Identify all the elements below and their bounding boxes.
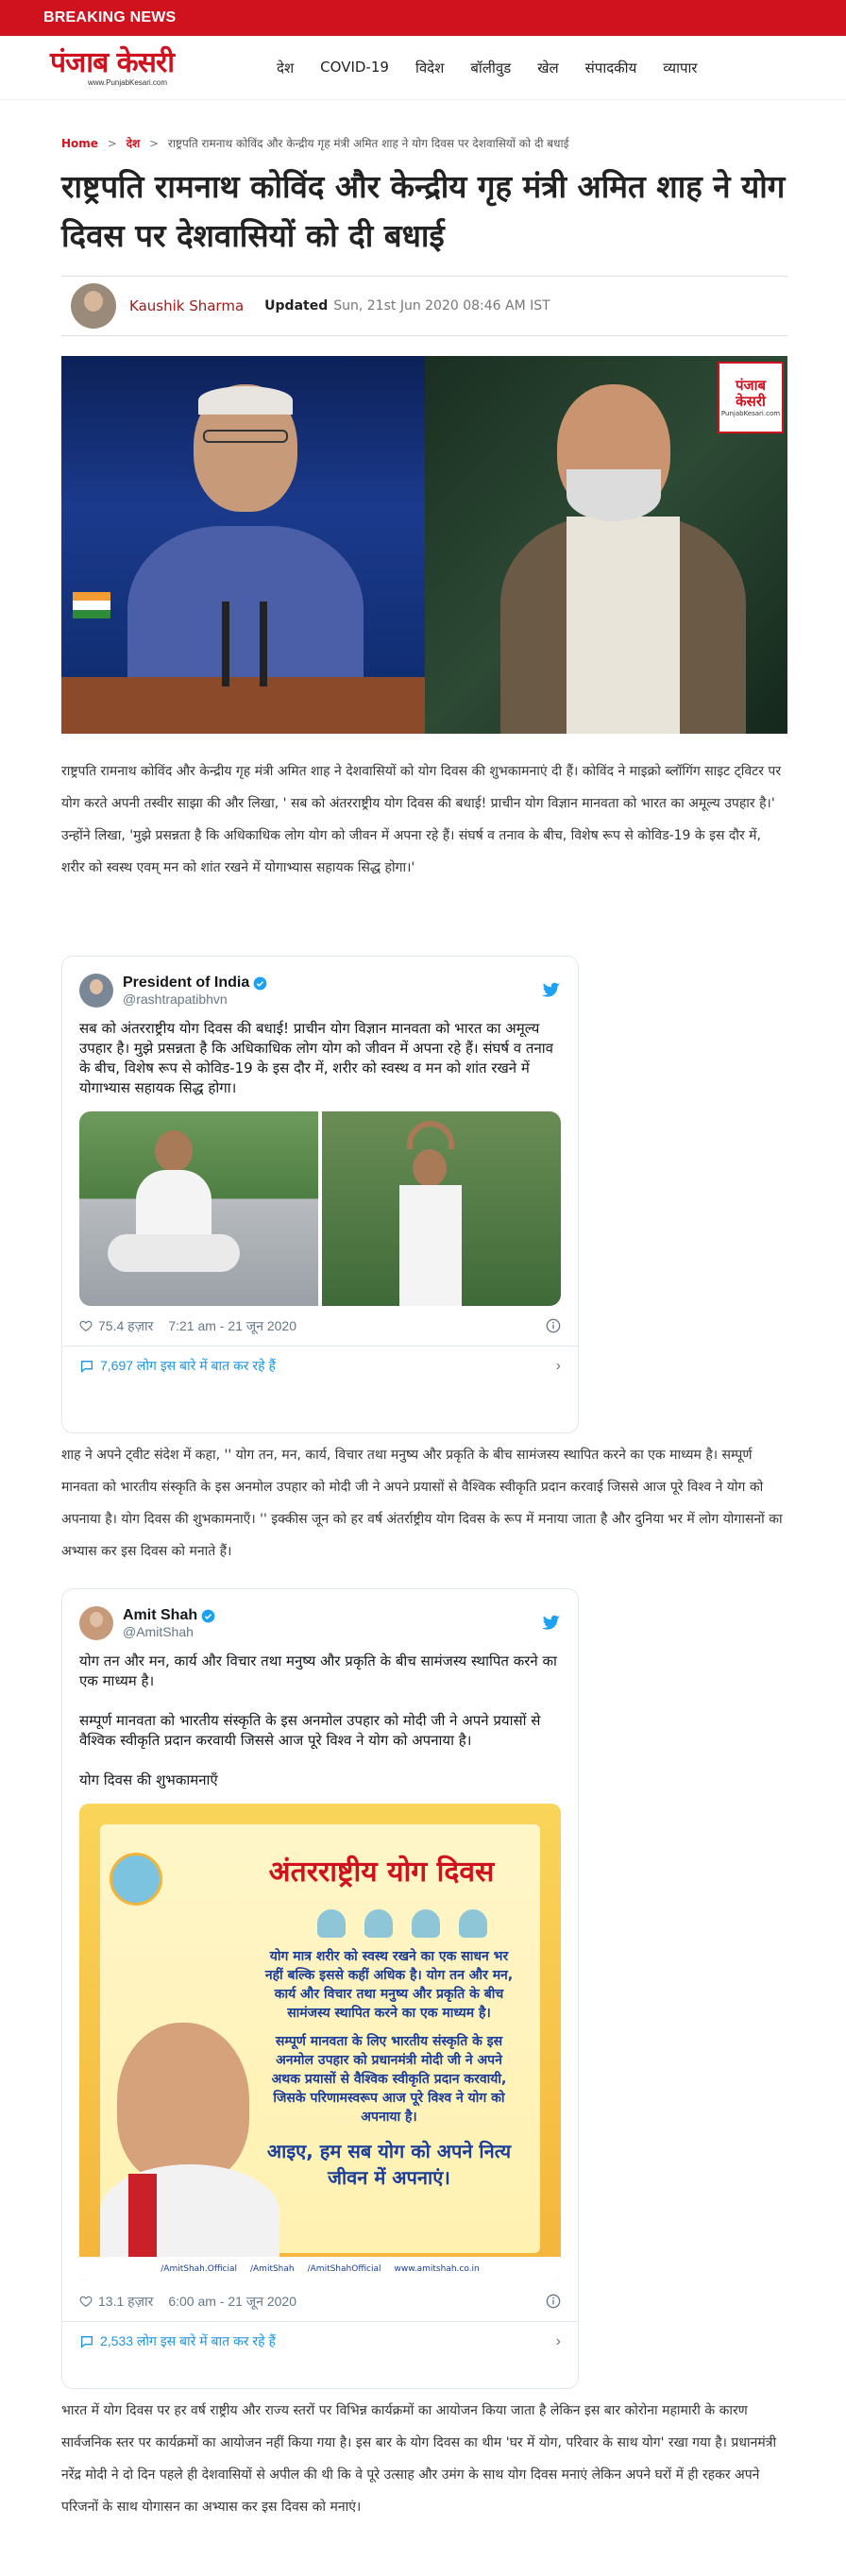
info-icon[interactable] (546, 1318, 561, 1333)
nav-item-covid[interactable]: COVID-19 (320, 59, 389, 77)
watermark-text: पंजाब केसरी (735, 377, 767, 410)
hero-photo-president (61, 356, 425, 734)
hero-photo-home-minister: पंजाब केसरी PunjabKesari.com (425, 356, 787, 734)
tweet-handle[interactable]: @rashtrapatibhvn (123, 991, 542, 1007)
tweet-timestamp[interactable]: 7:21 am - 21 जून 2020 (168, 1317, 296, 1335)
chevron-right-icon: › (555, 2332, 561, 2349)
article-paragraph-3: भारत में योग दिवस पर हर वर्ष राष्ट्रीय औ… (61, 2403, 777, 2515)
article-byline: Kaushik Sharma Updated Sun, 21st Jun 202… (61, 276, 787, 336)
author-name[interactable]: Kaushik Sharma (129, 297, 244, 314)
tweet-author-name-text: President of India (123, 974, 250, 991)
tweet-author-name[interactable]: President of India (123, 974, 542, 991)
breadcrumb-home[interactable]: Home (61, 137, 98, 150)
poster-instagram-handle: /AmitShahOfficial (307, 2264, 381, 2274)
breadcrumb-separator: > (107, 137, 117, 150)
poster-twitter-handle: /AmitShah (249, 2264, 295, 2274)
nav-item-videsh[interactable]: विदेश (415, 59, 444, 77)
tweet-conversation-text: 2,533 लोग इस बारे में बात कर रहे हैं (100, 2333, 276, 2348)
india-flag-icon (73, 592, 110, 619)
tweet-text: योग तन और मन, कार्य और विचार तथा मनुष्य … (79, 1652, 557, 1788)
yoga-pose-icon (459, 1909, 487, 1938)
poster-portrait (117, 2023, 249, 2183)
poster-text-1: योग मात्र शरीर को स्वस्थ रखने का एक साधन… (264, 1949, 514, 2021)
yoga-pose-icon (317, 1909, 346, 1938)
tweet-meta: 13.1 हज़ार 6:00 am - 21 जून 2020 (62, 2281, 578, 2321)
poster-facebook-handle: /AmitShah.Official (161, 2264, 237, 2274)
main-nav: देश COVID-19 विदेश बॉलीवुड खेल संपादकीय … (277, 59, 724, 77)
punjab-kesari-watermark: पंजाब केसरी PunjabKesari.com (718, 362, 784, 433)
yoga-pose-icon (364, 1909, 393, 1938)
nav-item-vyapar[interactable]: व्यापार (663, 59, 697, 77)
tweet-meta: 75.4 हज़ार 7:21 am - 21 जून 2020 (62, 1306, 578, 1346)
tweet-photo-yoga-1[interactable] (79, 1111, 318, 1306)
embedded-tweet-amit-shah[interactable]: Amit Shah @AmitShah योग तन और मन, कार्य … (61, 1588, 579, 2389)
verified-badge-icon (201, 1609, 215, 1622)
updated-label: Updated (264, 298, 329, 314)
yoga-pose-icon (412, 1909, 440, 1938)
breadcrumb-section[interactable]: देश (127, 137, 141, 150)
tweet-avatar[interactable] (79, 974, 113, 1008)
author-avatar[interactable] (71, 283, 116, 329)
tweet-conversation-link[interactable]: 7,697 लोग इस बारे में बात कर रहे हैं › (62, 1346, 578, 1385)
tweet-timestamp[interactable]: 6:00 am - 21 जून 2020 (168, 2293, 296, 2311)
tweet-header: President of India @rashtrapatibhvn (62, 957, 578, 1009)
logo-text: पंजाब केसरी (50, 46, 175, 79)
poster-text-2: सम्पूर्ण मानवता के लिए भारतीय संस्कृति क… (271, 2034, 507, 2125)
tweet-text: सब को अंतरराष्ट्रीय योग दिवस की बधाई! प्… (79, 1020, 554, 1096)
nav-item-bollywood[interactable]: बॉलीवुड (470, 59, 511, 77)
updated-time: Sun, 21st Jun 2020 08:46 AM IST (333, 298, 550, 314)
tweet-author-name[interactable]: Amit Shah (123, 1607, 542, 1624)
chevron-right-icon: › (555, 1357, 561, 1374)
site-header: पंजाब केसरी www.PunjabKesari.com देश COV… (0, 36, 846, 100)
nav-item-desh[interactable]: देश (277, 59, 294, 77)
tweet-handle[interactable]: @AmitShah (123, 1624, 542, 1639)
yoga-figures (317, 1909, 487, 1938)
heart-icon[interactable] (79, 2295, 93, 2308)
tweet-media-yoga-poster[interactable]: अंतरराष्ट्रीय योग दिवस योग मात्र शरीर को… (79, 1804, 561, 2281)
article-paragraph-1: राष्ट्रपति रामनाथ कोविंद और केन्द्रीय गृ… (61, 764, 782, 875)
logo-url: www.PunjabKesari.com (88, 78, 168, 87)
tweet-like-count[interactable]: 75.4 हज़ार (98, 1317, 153, 1335)
hero-image: पंजाब केसरी PunjabKesari.com (61, 356, 787, 734)
comment-bubble-icon (81, 1360, 93, 1373)
tweet-photo-yoga-2[interactable] (322, 1111, 561, 1306)
tweet-header: Amit Shah @AmitShah (62, 1589, 578, 1642)
tweet-conversation-link[interactable]: 2,533 लोग इस बारे में बात कर रहे हैं › (62, 2321, 578, 2361)
tweet-author-name-text: Amit Shah (123, 1607, 198, 1623)
breadcrumb: Home > देश > राष्ट्रपति रामनाथ कोविंद और… (61, 135, 568, 151)
site-logo[interactable]: पंजाब केसरी www.PunjabKesari.com (50, 46, 229, 88)
embedded-tweet-president[interactable]: President of India @rashtrapatibhvn सब क… (61, 956, 579, 1433)
breadcrumb-separator: > (149, 137, 160, 150)
tweet-media[interactable] (79, 1111, 561, 1306)
tweet-avatar[interactable] (79, 1606, 113, 1640)
poster-text-3: आइए, हम सब योग को अपने नित्य जीवन में अप… (266, 2140, 512, 2189)
tweet-conversation-text: 7,697 लोग इस बारे में बात कर रहे हैं (100, 1358, 276, 1373)
article-paragraph-2: शाह ने अपने ट्वीट संदेश में कहा, '' योग … (61, 1448, 783, 1559)
page: BREAKING NEWS पंजाब केसरी www.PunjabKesa… (0, 0, 846, 2576)
poster-panel: अंतरराष्ट्रीय योग दिवस योग मात्र शरीर को… (100, 1824, 540, 2259)
yoga-day-emblem-icon (110, 1853, 162, 1906)
poster-body: योग मात्र शरीर को स्वस्थ रखने का एक साधन… (261, 1947, 517, 2191)
twitter-bird-icon[interactable] (542, 1615, 561, 1632)
info-icon[interactable] (546, 2294, 561, 2309)
breaking-news-label: BREAKING NEWS (43, 9, 177, 25)
breaking-news-bar[interactable]: BREAKING NEWS (0, 0, 846, 36)
tweet-like-count[interactable]: 13.1 हज़ार (98, 2293, 153, 2311)
article-title: राष्ट्रपति रामनाथ कोविंद और केन्द्रीय गृ… (61, 168, 786, 254)
nav-item-sampadkiya[interactable]: संपादकीय (585, 59, 637, 77)
nav-item-khel[interactable]: खेल (537, 59, 558, 77)
breadcrumb-current: राष्ट्रपति रामनाथ कोविंद और केन्द्रीय गृ… (167, 137, 569, 150)
watermark-url: PunjabKesari.com (720, 410, 781, 417)
comment-bubble-icon (81, 2335, 93, 2348)
poster-website: www.amitshah.co.in (394, 2264, 480, 2274)
poster-title: अंतरराष्ट्रीय योग दिवस (268, 1856, 495, 1889)
verified-badge-icon (253, 976, 267, 990)
heart-icon[interactable] (79, 1319, 93, 1332)
poster-social-handles: /AmitShah.Official /AmitShah /AmitShahOf… (79, 2257, 561, 2281)
twitter-bird-icon[interactable] (542, 982, 561, 999)
